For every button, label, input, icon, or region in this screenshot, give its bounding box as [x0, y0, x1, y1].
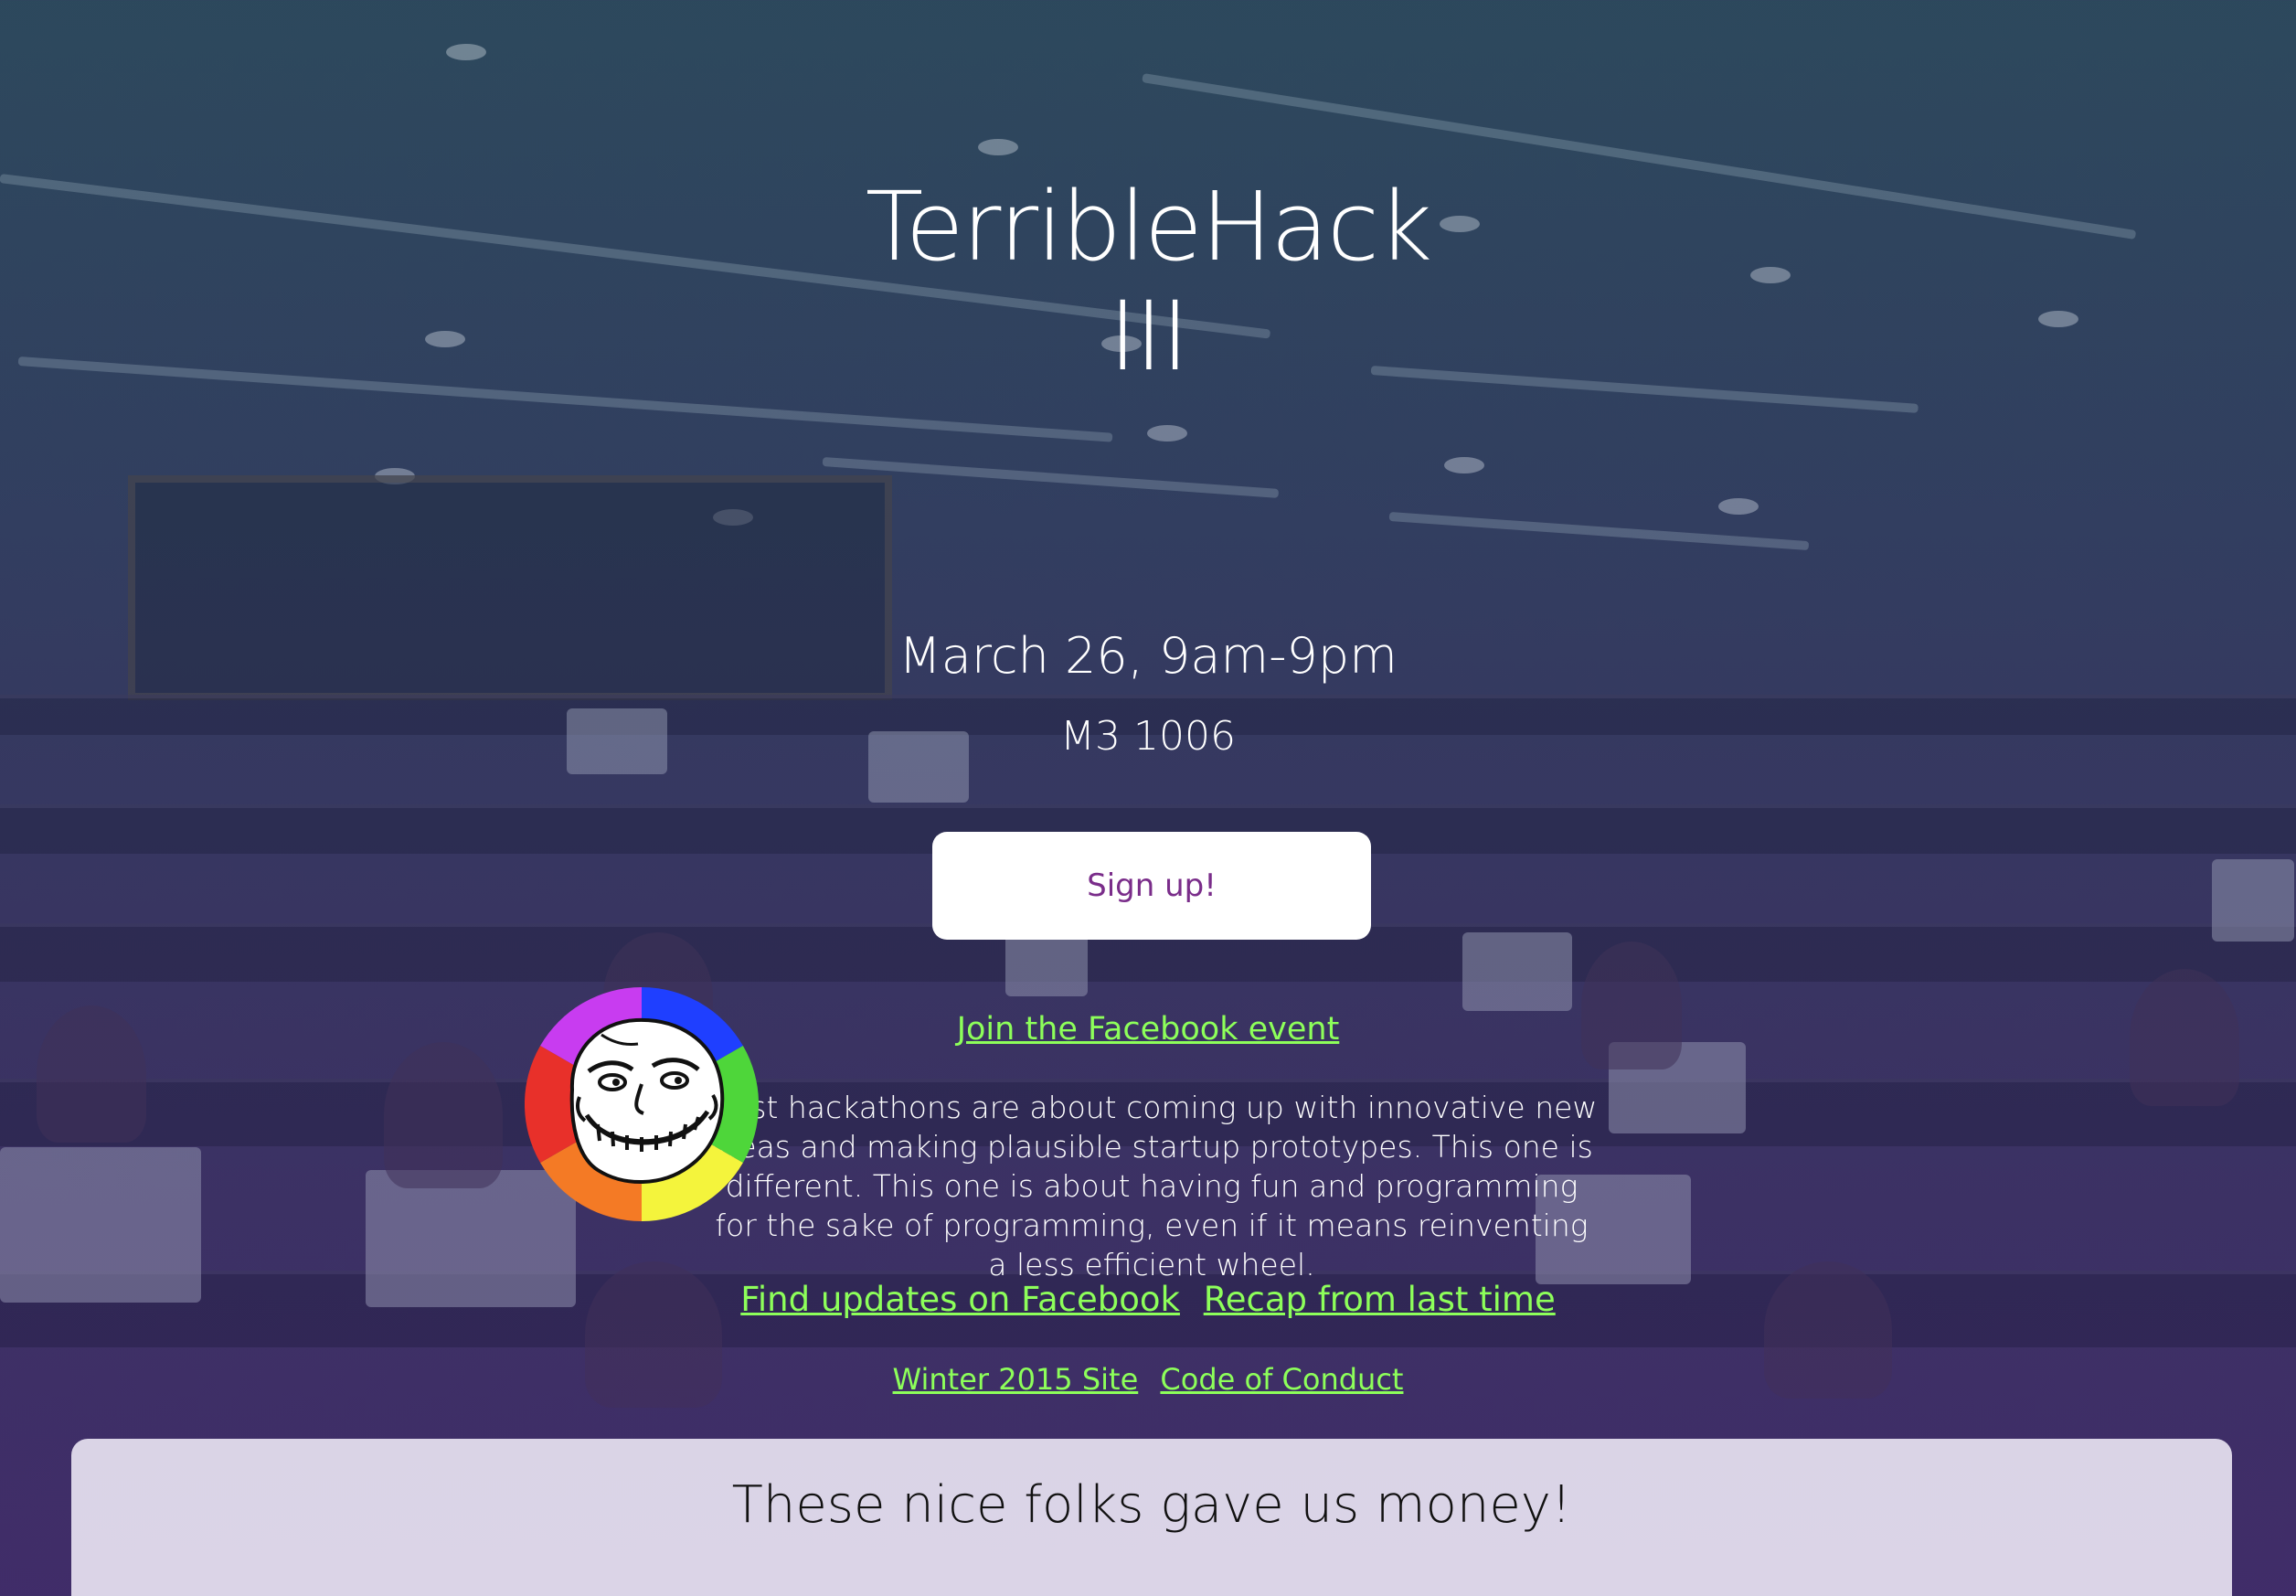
facebook-event-link[interactable]: Join the Facebook event [957, 1011, 1340, 1048]
sponsors-section: These nice folks gave us money! [71, 1439, 2232, 1596]
event-description: Most hackathons are about coming up with… [706, 1090, 1598, 1282]
code-of-conduct-link[interactable]: Code of Conduct [1160, 1362, 1403, 1397]
sponsors-heading: These nice folks gave us money! [731, 1475, 1572, 1535]
facebook-event-row: Join the Facebook event [0, 1011, 2296, 1048]
facebook-updates-link[interactable]: Find updates on Facebook [740, 1280, 1180, 1319]
page-content: TerribleHack III March 26, 9am-9pm M3 10… [0, 0, 2296, 1596]
event-room: M3 1006 [1060, 713, 1236, 760]
signup-button[interactable]: Sign up! [932, 832, 1371, 940]
links-row-primary: Find updates on Facebook Recap from last… [0, 1280, 2296, 1319]
trollface-icon [525, 987, 759, 1221]
event-date: March 26, 9am-9pm [898, 627, 1398, 685]
recap-link[interactable]: Recap from last time [1204, 1280, 1556, 1319]
page-title: TerribleHack III [0, 172, 2296, 391]
title-edition: III [1108, 281, 1189, 392]
winter-2015-site-link[interactable]: Winter 2015 Site [893, 1362, 1139, 1397]
title-name: TerribleHack [865, 171, 1432, 282]
troll-face [569, 1017, 725, 1185]
links-row-secondary: Winter 2015 Site Code of Conduct [0, 1362, 2296, 1397]
signup-button-label: Sign up! [1087, 867, 1217, 904]
